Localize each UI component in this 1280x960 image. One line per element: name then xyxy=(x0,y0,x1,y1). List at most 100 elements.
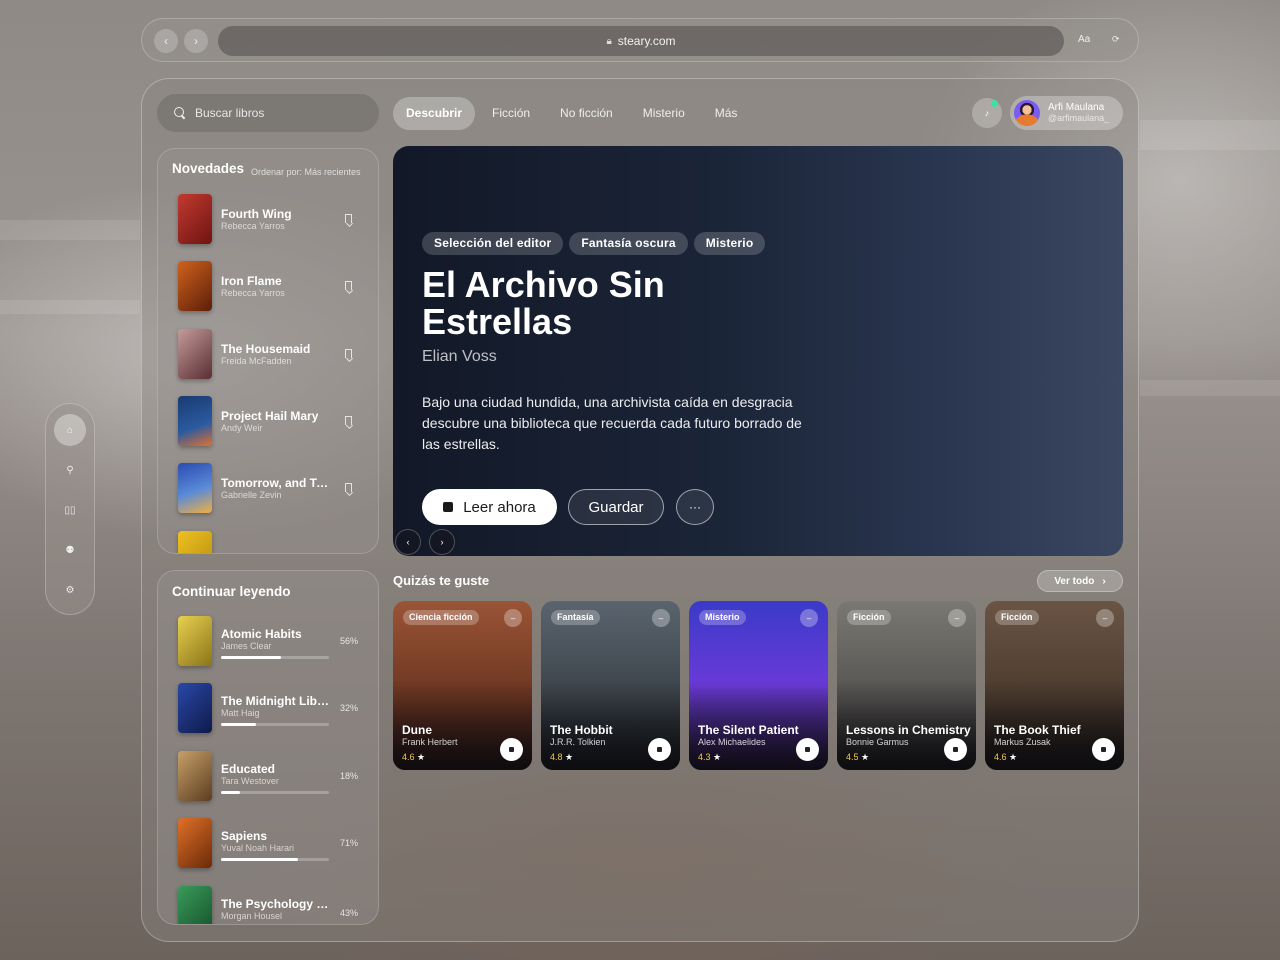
book-title: The Psychology of Money xyxy=(221,897,329,911)
star-icon: ★ xyxy=(417,752,426,762)
bell-icon: ♪ xyxy=(984,108,990,118)
search-input[interactable] xyxy=(195,106,355,120)
favorite-icon[interactable]: – xyxy=(948,609,966,627)
list-item[interactable]: Fourth Wing Rebecca Yarros xyxy=(178,194,368,244)
progress-percent: 71% xyxy=(340,838,359,848)
progress-fill xyxy=(221,723,256,726)
progress-bar xyxy=(221,858,329,861)
side-rail: ⌂ ⚲ ▯▯ ⚉ ⚙ xyxy=(45,403,95,615)
list-item[interactable]: Sapiens Yuval Noah Harari 71% xyxy=(178,818,368,868)
play-icon xyxy=(1101,747,1106,752)
play-button[interactable] xyxy=(648,738,671,761)
text-size-button[interactable]: Aa xyxy=(1078,34,1090,45)
hero-next-button[interactable]: › xyxy=(429,529,455,555)
play-icon xyxy=(953,747,958,752)
notification-button[interactable]: ♪ xyxy=(972,98,1002,128)
tab-ficcion[interactable]: Ficción xyxy=(479,97,543,130)
search-box[interactable] xyxy=(157,94,379,132)
tag-chip[interactable]: Fantasía oscura xyxy=(569,232,688,255)
play-button[interactable] xyxy=(796,738,819,761)
book-card[interactable]: Ciencia ficción – Dune Frank Herbert 4.6… xyxy=(393,601,532,770)
list-item[interactable]: Tomorrow, and Tomorrow, and Tomorrow Gab… xyxy=(178,463,368,513)
list-item[interactable]: The Psychology of Money Morgan Housel 43… xyxy=(178,886,368,924)
back-button[interactable]: ‹ xyxy=(154,29,178,53)
reload-icon[interactable]: ⟳ xyxy=(1112,34,1120,45)
play-icon xyxy=(805,747,810,752)
tab-descubrir[interactable]: Descubrir xyxy=(393,97,476,130)
progress-fill xyxy=(221,858,298,861)
play-icon xyxy=(443,502,454,512)
play-button[interactable] xyxy=(500,738,523,761)
chevron-right-icon: › xyxy=(194,34,198,48)
tab-mas[interactable]: Más xyxy=(702,97,751,130)
list-item[interactable]: The Housemaid Freida McFadden xyxy=(178,329,368,379)
hero-author: Elian Voss xyxy=(422,348,497,365)
see-all-label: Ver todo xyxy=(1054,575,1095,587)
star-icon: ★ xyxy=(1009,752,1018,762)
favorite-icon[interactable]: – xyxy=(1096,609,1114,627)
hero-prev-button[interactable]: ‹ xyxy=(395,529,421,555)
browser-bar: ‹ › 🔒︎ steary.com Aa ⟳ xyxy=(141,18,1139,62)
bookmark-icon[interactable] xyxy=(345,483,352,492)
favorite-icon[interactable]: – xyxy=(504,609,522,627)
list-item[interactable]: Atomic Habits James Clear 56% xyxy=(178,616,368,666)
favorite-icon[interactable]: – xyxy=(652,609,670,627)
more-options-button[interactable]: ··· xyxy=(676,489,714,525)
list-item[interactable] xyxy=(178,531,368,553)
favorite-icon[interactable]: – xyxy=(800,609,818,627)
chevron-right-icon: › xyxy=(440,537,444,547)
user-icon[interactable]: ⚉ xyxy=(54,534,86,566)
card-rating: 4.3 ★ xyxy=(698,752,722,762)
lock-icon: 🔒︎ xyxy=(606,35,612,47)
card-title: The Hobbit xyxy=(550,723,613,737)
list-item[interactable]: Educated Tara Westover 18% xyxy=(178,751,368,801)
card-title: The Silent Patient xyxy=(698,723,799,737)
tag-chip[interactable]: Misterio xyxy=(693,232,766,255)
book-card[interactable]: Ficción – The Book Thief Markus Zusak 4.… xyxy=(985,601,1124,770)
bookmark-icon[interactable] xyxy=(345,416,352,425)
book-icon[interactable]: ▯▯ xyxy=(54,494,86,526)
avatar xyxy=(1014,100,1040,126)
book-card[interactable]: Ficción – Lessons in Chemistry Bonnie Ga… xyxy=(837,601,976,770)
book-card[interactable]: Misterio – The Silent Patient Alex Micha… xyxy=(689,601,828,770)
read-now-label: Leer ahora xyxy=(463,498,536,516)
chevron-left-icon: ‹ xyxy=(164,34,168,48)
user-handle: @arfimaulana_ xyxy=(1048,113,1110,123)
book-cover xyxy=(178,396,212,446)
bookmark-icon[interactable] xyxy=(345,349,352,358)
save-button[interactable]: Guardar xyxy=(568,489,664,525)
tab-misterio[interactable]: Misterio xyxy=(630,97,698,130)
profile-chip[interactable]: Arfi Maulana @arfimaulana_ xyxy=(1010,96,1123,130)
star-icon: ★ xyxy=(861,752,870,762)
settings-icon[interactable]: ⚙ xyxy=(54,574,86,606)
list-item[interactable]: Iron Flame Rebecca Yarros xyxy=(178,261,368,311)
bookmark-icon[interactable] xyxy=(345,214,352,223)
address-bar[interactable]: 🔒︎ steary.com xyxy=(218,26,1064,56)
book-cover xyxy=(178,463,212,513)
novedades-panel: Novedades Ordenar por: Más recientes Fou… xyxy=(157,148,379,554)
url-text: steary.com xyxy=(617,34,676,48)
book-author: Freida McFadden xyxy=(221,356,292,366)
progress-percent: 56% xyxy=(340,636,359,646)
tag-chip[interactable]: Selección del editor xyxy=(422,232,564,255)
list-item[interactable]: Project Hail Mary Andy Weir xyxy=(178,396,368,446)
hero-title: El Archivo Sin Estrellas xyxy=(422,264,665,342)
book-title: Fourth Wing xyxy=(221,207,292,221)
hero-description: Bajo una ciudad hundida, una archivista … xyxy=(422,394,802,452)
play-button[interactable] xyxy=(944,738,967,761)
book-title: Project Hail Mary xyxy=(221,409,319,423)
book-author: James Clear xyxy=(221,641,272,651)
book-card[interactable]: Fantasía – The Hobbit J.R.R. Tolkien 4.8… xyxy=(541,601,680,770)
see-all-button[interactable]: Ver todo › xyxy=(1037,570,1123,592)
home-icon[interactable]: ⌂ xyxy=(54,414,86,446)
book-cover xyxy=(178,751,212,801)
bookmark-icon[interactable] xyxy=(345,281,352,290)
tab-no-ficcion[interactable]: No ficción xyxy=(547,97,626,130)
sort-label[interactable]: Ordenar por: Más recientes xyxy=(251,167,361,177)
search-rail-icon[interactable]: ⚲ xyxy=(54,454,86,486)
read-now-button[interactable]: Leer ahora xyxy=(422,489,557,525)
play-button[interactable] xyxy=(1092,738,1115,761)
book-cover xyxy=(178,531,212,553)
list-item[interactable]: The Midnight Library Matt Haig 32% xyxy=(178,683,368,733)
forward-button[interactable]: › xyxy=(184,29,208,53)
